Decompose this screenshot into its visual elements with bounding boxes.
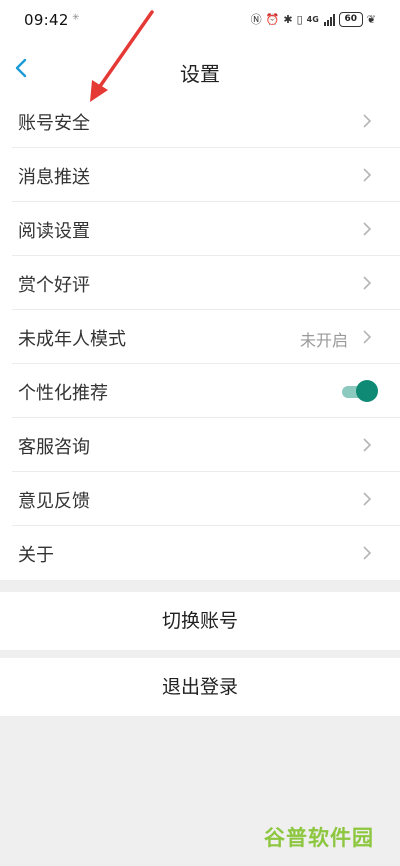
settings-item-account-security[interactable]: 账号安全 (12, 94, 400, 148)
status-bar: 09:42 ✳ Ⓝ ⏰ ✱ ▯ 4G 60 ❦ (0, 0, 400, 44)
chevron-right-icon (363, 114, 372, 128)
chevron-right-icon (363, 276, 372, 290)
personalized-recommendation-toggle[interactable] (342, 380, 378, 402)
battery-icon: 60 (338, 12, 363, 27)
settings-item-label: 个性化推荐 (18, 383, 108, 404)
settings-item-label: 未成年人模式 (18, 329, 126, 350)
settings-item-rate-app[interactable]: 赏个好评 (12, 256, 400, 310)
status-time: 09:42 (24, 11, 69, 29)
chevron-right-icon (363, 222, 372, 236)
settings-item-label: 关于 (18, 545, 54, 566)
settings-item-label: 账号安全 (18, 113, 90, 134)
settings-item-label: 客服咨询 (18, 437, 90, 458)
annotation-arrow-icon (90, 10, 154, 102)
chevron-right-icon (363, 330, 372, 344)
chevron-right-icon (363, 168, 372, 182)
settings-item-label: 消息推送 (18, 167, 90, 188)
settings-item-reading-settings[interactable]: 阅读设置 (12, 202, 400, 256)
leaf-icon: ❦ (366, 13, 376, 26)
chevron-right-icon (363, 438, 372, 452)
header: 设置 (0, 44, 400, 94)
page-title: 设置 (180, 62, 220, 86)
logout-button[interactable]: 退出登录 (0, 658, 400, 716)
settings-item-push-notifications[interactable]: 消息推送 (12, 148, 400, 202)
bluetooth-icon: ✱ (283, 12, 293, 26)
settings-item-minor-mode[interactable]: 未成年人模式 未开启 (12, 310, 400, 364)
switch-account-button[interactable]: 切换账号 (0, 592, 400, 650)
signal-icon (323, 13, 335, 26)
chevron-right-icon (363, 546, 372, 560)
chevron-right-icon (363, 492, 372, 506)
vibrate-icon: ▯ (296, 12, 303, 26)
settings-list: 账号安全 消息推送 阅读设置 赏个好评 未成年人模式 未开启 个性化推荐 客服咨… (0, 94, 400, 580)
settings-item-about[interactable]: 关于 (12, 526, 400, 580)
network-type-label: 4G (306, 14, 319, 24)
status-icons: Ⓝ ⏰ ✱ ▯ 4G 60 ❦ (251, 12, 376, 27)
alarm-icon: ⏰ (265, 12, 280, 26)
settings-item-customer-service[interactable]: 客服咨询 (12, 418, 400, 472)
status-notification-icon: ✳ (72, 13, 80, 23)
settings-item-label: 赏个好评 (18, 275, 90, 296)
nfc-icon: Ⓝ (250, 12, 262, 26)
watermark-logo: 谷普软件园 (264, 826, 374, 850)
toggle-knob (356, 380, 378, 402)
settings-item-personalized-recommendation: 个性化推荐 (12, 364, 400, 418)
settings-item-label: 阅读设置 (18, 221, 90, 242)
settings-item-label: 意见反馈 (18, 491, 90, 512)
settings-item-feedback[interactable]: 意见反馈 (12, 472, 400, 526)
minor-mode-status: 未开启 (299, 331, 348, 350)
